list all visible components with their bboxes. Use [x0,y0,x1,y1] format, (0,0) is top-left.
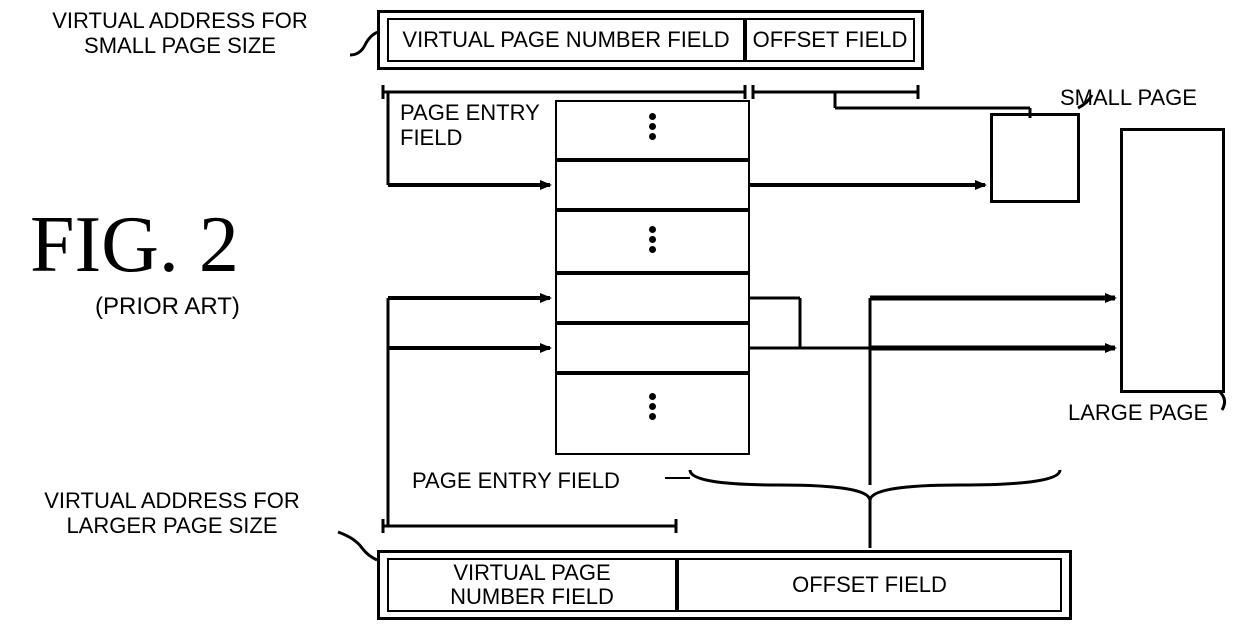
figure-subtitle: (PRIOR ART) [95,293,240,321]
label-small-page: SMALL PAGE [1060,85,1230,110]
large-page-box [1120,128,1225,393]
bottom-offset-text: OFFSET FIELD [792,572,947,598]
top-offset-text: OFFSET FIELD [753,27,908,53]
dots-icon [647,110,657,143]
page-table-row [555,160,750,210]
small-page-box [990,113,1080,203]
dots-icon [647,390,657,423]
label-va-small: VIRTUAL ADDRESS FOR SMALL PAGE SIZE [10,8,350,59]
page-table-row [555,273,750,323]
label-large-page: LARGE PAGE [1068,400,1228,425]
dots-icon [647,223,657,256]
label-page-entry-bottom: PAGE ENTRY FIELD [412,468,672,493]
bottom-vpn-text: VIRTUAL PAGE NUMBER FIELD [450,561,614,609]
top-vpn-cell: VIRTUAL PAGE NUMBER FIELD [387,18,745,62]
page-table-row [555,323,750,373]
figure-title: FIG. 2 [30,200,239,291]
top-vpn-text: VIRTUAL PAGE NUMBER FIELD [402,27,729,53]
bottom-offset-cell: OFFSET FIELD [677,558,1062,612]
label-va-large: VIRTUAL ADDRESS FOR LARGER PAGE SIZE [2,488,342,539]
top-offset-cell: OFFSET FIELD [745,18,915,62]
label-page-entry-top: PAGE ENTRY FIELD [400,100,560,151]
bottom-vpn-cell: VIRTUAL PAGE NUMBER FIELD [387,558,677,612]
